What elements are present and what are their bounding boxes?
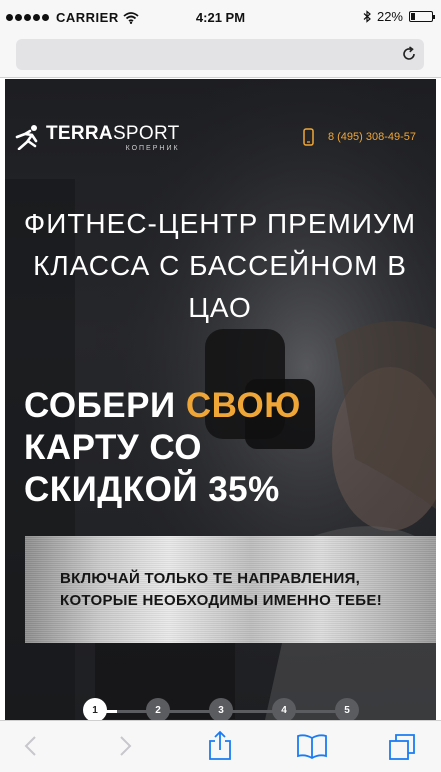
step-indicator: 1 2 3 4 5 [83, 698, 359, 720]
logo-second: SPORT [112, 123, 180, 144]
phone-number[interactable]: 8 (495) 308-49-57 [328, 131, 416, 143]
status-right: 22% [363, 9, 435, 24]
browser-toolbar [0, 720, 441, 772]
chevron-left-icon[interactable] [18, 733, 44, 759]
hero-section: TERRASPORT КОПЕРНИК 8 (495) 308-49-57 ФИ… [5, 79, 436, 720]
battery-icon [409, 11, 435, 22]
battery-percent: 22% [376, 9, 403, 24]
mobile-phone-icon [303, 128, 314, 146]
book-icon[interactable] [296, 733, 328, 759]
reload-icon[interactable] [399, 44, 419, 64]
promo-text-1: СОБЕРИ [24, 386, 186, 425]
info-plate-text: ВКЛЮЧАЙ ТОЛЬКО ТЕ НАПРАВЛЕНИЯ, КОТОРЫЕ Н… [60, 570, 382, 609]
battery-fill [411, 13, 415, 20]
logo-subtitle: КОПЕРНИК [125, 145, 180, 152]
url-field[interactable] [16, 39, 424, 70]
runner-icon [15, 125, 38, 150]
step-1[interactable]: 1 [83, 698, 107, 720]
bluetooth-icon [363, 10, 371, 23]
promo-text-2: КАРТУ СО СКИДКОЙ 35% [24, 428, 280, 509]
step-5[interactable]: 5 [335, 698, 359, 720]
browser-address-bar [0, 34, 441, 78]
step-2[interactable]: 2 [146, 698, 170, 720]
promo-heading: СОБЕРИ СВОЮ КАРТУ СО СКИДКОЙ 35% [24, 385, 301, 511]
contact-phone[interactable]: 8 (495) 308-49-57 [303, 128, 416, 146]
promo-accent-word: СВОЮ [185, 386, 301, 425]
site-logo[interactable]: TERRASPORT КОПЕРНИК [13, 124, 180, 152]
tabs-icon[interactable] [388, 733, 416, 761]
logo-main: TERRA [46, 123, 113, 144]
page-title: ФИТНЕС-ЦЕНТР ПРЕМИУМ КЛАССА С БАССЕЙНОМ … [23, 208, 417, 323]
status-bar: CARRIER 4:21 PM 22% [0, 0, 441, 34]
share-icon[interactable] [206, 729, 234, 761]
chevron-right-icon[interactable] [112, 733, 138, 759]
step-4[interactable]: 4 [272, 698, 296, 720]
step-3[interactable]: 3 [209, 698, 233, 720]
logo-wordmark: TERRASPORT [46, 124, 180, 143]
info-plate: ВКЛЮЧАЙ ТОЛЬКО ТЕ НАПРАВЛЕНИЯ, КОТОРЫЕ Н… [25, 536, 436, 643]
